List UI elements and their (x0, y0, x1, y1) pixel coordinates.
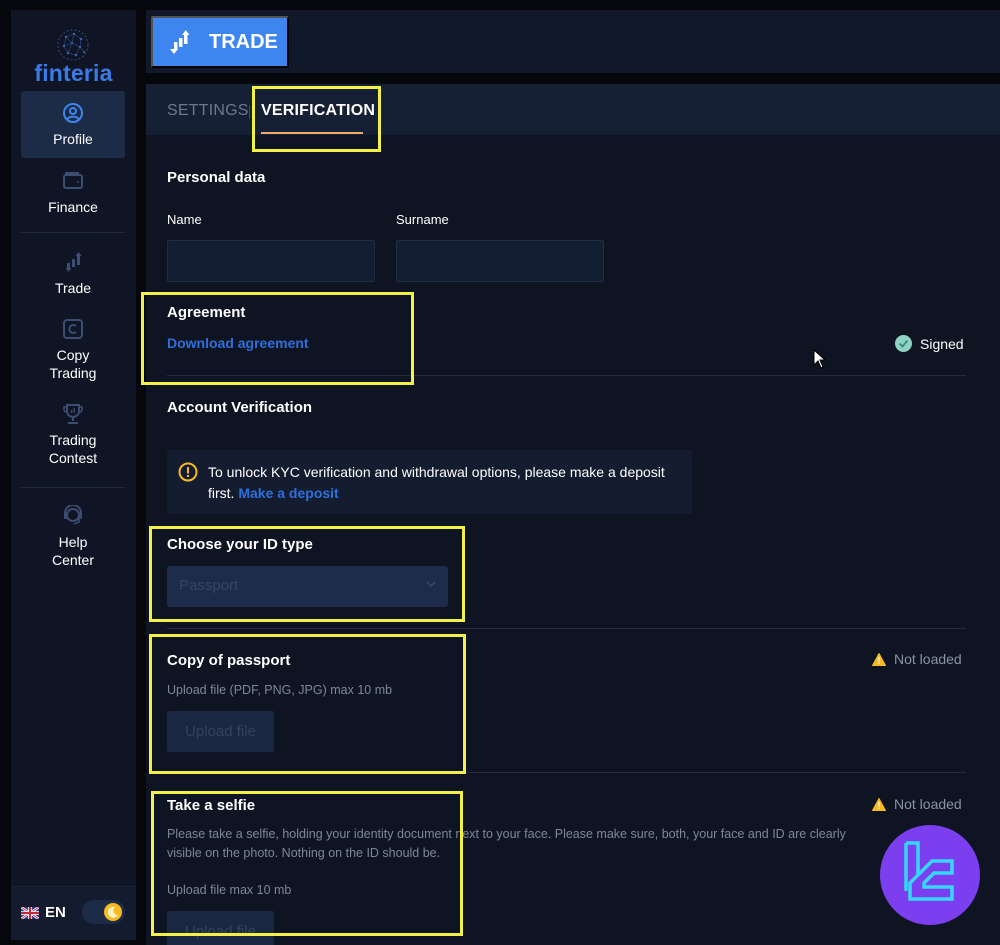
agreement-title: Agreement (167, 304, 246, 321)
surname-label: Surname (396, 212, 449, 227)
wallet-icon (63, 172, 83, 189)
sidebar: finteria Profile Finance Trade Copy Trad… (11, 10, 136, 940)
tab-separator (249, 105, 250, 119)
brand-name: finteria (34, 60, 113, 86)
uk-flag-icon (21, 906, 39, 919)
download-agreement-link[interactable]: Download agreement (167, 335, 309, 351)
selfie-status: Not loaded (872, 796, 962, 812)
trade-button-label: TRADE (209, 30, 278, 53)
id-type-select[interactable]: Passport (167, 566, 448, 607)
sidebar-item-help-center[interactable]: Help Center (21, 505, 125, 577)
watermark-logo (880, 825, 980, 925)
personal-data-title: Personal data (167, 169, 266, 186)
id-type-label: Choose your ID type (167, 536, 313, 553)
theme-toggle[interactable] (82, 900, 125, 924)
agreement-status: Signed (895, 335, 964, 352)
finteria-logo[interactable]: finteria (11, 18, 136, 93)
sidebar-item-trading-contest[interactable]: Trading Contest (21, 403, 125, 475)
verification-panel: SETTINGS VERIFICATION Personal data Name… (146, 84, 1000, 945)
selfie-status-text: Not loaded (894, 796, 962, 812)
language-code: EN (45, 904, 66, 921)
copy-trading-icon (63, 319, 83, 339)
trophy-icon (63, 404, 83, 424)
selfie-upload-button[interactable]: Upload file (167, 911, 274, 945)
section-divider (167, 375, 966, 376)
passport-upload-description: Upload file (PDF, PNG, JPG) max 10 mb (167, 683, 393, 697)
section-divider (167, 628, 966, 629)
tab-bar: SETTINGS VERIFICATION (146, 84, 1000, 135)
active-tab-indicator (261, 132, 363, 134)
headset-icon (64, 505, 82, 525)
make-deposit-link[interactable]: Make a deposit (238, 485, 338, 501)
sidebar-divider (21, 232, 125, 233)
sidebar-footer: EN (11, 886, 136, 940)
globe-network-icon (57, 29, 89, 61)
sidebar-item-label: Copy Trading (49, 347, 97, 381)
passport-status: Not loaded (872, 651, 962, 667)
account-verification-title: Account Verification (167, 399, 313, 416)
trade-chart-icon (65, 252, 82, 272)
check-circle-icon (895, 335, 912, 352)
sidebar-item-label: Help Center (51, 534, 95, 568)
passport-upload-button[interactable]: Upload file (167, 711, 274, 752)
sidebar-item-label: Finance (48, 199, 98, 215)
warning-triangle-icon (872, 797, 886, 811)
trade-button[interactable]: TRADE (151, 16, 289, 68)
selfie-title: Take a selfie (167, 797, 256, 814)
id-type-value: Passport (179, 577, 239, 594)
tab-settings[interactable]: SETTINGS (167, 102, 249, 120)
warning-circle-icon (178, 462, 198, 482)
sidebar-item-copy-trading[interactable]: Copy Trading (21, 318, 125, 388)
top-bar: TRADE (146, 10, 1000, 73)
sidebar-item-label: Trading Contest (48, 432, 98, 466)
trade-arrows-icon (170, 30, 190, 54)
name-input[interactable] (167, 240, 375, 282)
selfie-upload-note: Upload file max 10 mb (167, 883, 292, 897)
tc-logo-icon (904, 841, 954, 901)
name-label: Name (167, 212, 202, 227)
notice-text: To unlock KYC verification and withdrawa… (208, 462, 678, 504)
language-selector[interactable]: EN (21, 904, 66, 921)
surname-input[interactable] (396, 240, 604, 282)
sidebar-divider (21, 487, 125, 488)
sidebar-item-profile[interactable]: Profile (21, 91, 125, 158)
tab-verification[interactable]: VERIFICATION (261, 102, 375, 120)
selfie-description: Please take a selfie, holding your ident… (167, 827, 846, 860)
passport-status-text: Not loaded (894, 651, 962, 667)
section-divider (167, 772, 966, 773)
warning-triangle-icon (872, 652, 886, 666)
agreement-status-text: Signed (920, 335, 964, 352)
dark-mode-moon-icon (104, 903, 122, 921)
deposit-required-notice: To unlock KYC verification and withdrawa… (167, 450, 692, 514)
copy-of-passport-title: Copy of passport (167, 652, 291, 669)
sidebar-item-trade[interactable]: Trade (21, 251, 125, 311)
user-circle-icon (63, 103, 83, 123)
mouse-cursor-icon (813, 349, 827, 369)
sidebar-item-label: Trade (54, 280, 92, 296)
chevron-down-icon (426, 581, 436, 588)
app-window: finteria Profile Finance Trade Copy Trad… (0, 0, 1000, 945)
sidebar-item-finance[interactable]: Finance (21, 170, 125, 230)
sidebar-item-label: Profile (53, 131, 93, 147)
